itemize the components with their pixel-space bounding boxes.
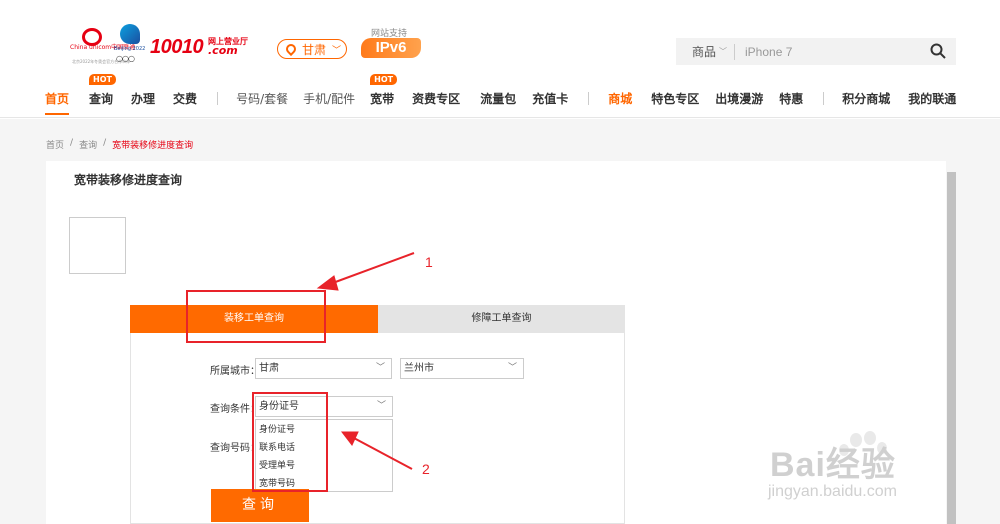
annotation-number-2: 2 xyxy=(422,461,430,477)
china-unicom-logo[interactable]: China unicom中国联通 xyxy=(70,28,135,72)
logo-subtitle: 北京2022年冬奥会官方合作伙伴 xyxy=(72,59,131,64)
logo-10010[interactable]: 10010 xyxy=(150,36,204,59)
nav-item-data-packs[interactable]: 流量包 xyxy=(480,90,516,107)
nav-item-broadband[interactable]: HOT 宽带 xyxy=(370,73,398,107)
search-category-select[interactable]: 商品 ﹀ xyxy=(676,43,734,60)
nav-separator xyxy=(217,91,219,105)
nav-item-roaming[interactable]: 出境漫游 xyxy=(715,90,763,107)
breadcrumb: 首页 / 查询 / 宽带装移修进度查询 xyxy=(46,138,193,151)
chevron-down-icon: ﹀ xyxy=(332,45,342,56)
watermark-text: Bai经验 xyxy=(770,446,896,484)
query-button[interactable]: 查询 xyxy=(211,489,309,522)
nav-separator xyxy=(823,91,825,105)
hot-badge: HOT xyxy=(89,73,116,85)
city-select-value: 兰州市 xyxy=(404,363,434,374)
nav-separator xyxy=(588,91,590,105)
city-selector[interactable]: 甘肃 ﹀ xyxy=(277,39,347,59)
nav-item-phones[interactable]: 手机/配件 xyxy=(303,90,355,107)
main-nav: 首页 HOT 查询 办理 交费 号码/套餐 手机/配件 HOT 宽带 资费专区 … xyxy=(45,73,956,115)
nav-item-recharge-cards[interactable]: 充值卡 xyxy=(532,90,568,107)
chevron-down-icon: ﹀ xyxy=(375,363,385,373)
logo-com: 网上营业厅 .com xyxy=(208,37,248,57)
breadcrumb-separator: / xyxy=(70,138,74,148)
location-pin-icon xyxy=(283,41,299,57)
province-select-value: 甘肃 xyxy=(259,363,279,374)
nav-item-featured[interactable]: 特色专区 xyxy=(651,90,699,107)
chevron-down-icon: ﹀ xyxy=(376,401,386,411)
scrollbar[interactable] xyxy=(947,172,956,524)
nav-item-payment[interactable]: 交费 xyxy=(173,90,197,107)
hot-badge: HOT xyxy=(370,73,398,85)
search-input[interactable] xyxy=(745,44,925,59)
province-select[interactable]: 甘肃 ﹀ xyxy=(255,358,392,379)
chevron-down-icon: ﹀ xyxy=(507,363,517,373)
breadcrumb-separator: / xyxy=(103,138,107,148)
nav-item-broadband-label: 宽带 xyxy=(370,91,395,106)
nav-item-deals[interactable]: 特惠 xyxy=(779,90,803,107)
annotation-box-1 xyxy=(186,290,326,343)
beijing-logo-text: Beijing 2022 xyxy=(114,46,146,52)
breadcrumb-home[interactable]: 首页 xyxy=(46,138,64,151)
search-icon[interactable] xyxy=(930,43,946,59)
search-divider xyxy=(734,43,735,60)
ipv6-badge: IPv6 xyxy=(361,38,421,58)
nav-item-handle[interactable]: 办理 xyxy=(131,90,155,107)
nav-item-query[interactable]: HOT 查询 xyxy=(89,73,116,107)
search-category-label: 商品 xyxy=(692,45,717,59)
watermark-url: jingyan.baidu.com xyxy=(768,483,897,500)
city-label: 所属城市： xyxy=(210,366,260,377)
logo-com-bottom: .com xyxy=(208,44,238,57)
nav-item-my-unicom[interactable]: 我的联通 xyxy=(908,90,956,107)
page-title: 宽带装移修进度查询 xyxy=(74,173,183,187)
tab-repair-orders[interactable]: 修障工单查询 xyxy=(378,305,625,333)
nav-item-numbers[interactable]: 号码/套餐 xyxy=(236,90,288,107)
nav-item-points-mall[interactable]: 积分商城 xyxy=(842,90,890,107)
breadcrumb-query[interactable]: 查询 xyxy=(79,138,97,151)
search-bar: 商品 ﹀ xyxy=(676,38,956,65)
nav-item-home[interactable]: 首页 xyxy=(45,90,70,115)
city-select[interactable]: 兰州市 ﹀ xyxy=(400,358,524,379)
nav-item-tariffs[interactable]: 资费专区 xyxy=(412,90,460,107)
annotation-number-1: 1 xyxy=(425,254,433,270)
beijing-emblem-icon xyxy=(120,24,140,44)
nav-item-query-label: 查询 xyxy=(89,91,114,106)
image-placeholder xyxy=(69,217,126,274)
nav-item-mall[interactable]: 商城 xyxy=(608,90,632,107)
breadcrumb-current: 宽带装移修进度查询 xyxy=(112,141,194,151)
chevron-down-icon: ﹀ xyxy=(719,47,728,56)
annotation-box-2 xyxy=(252,392,328,492)
site-header: China unicom中国联通 Beijing 2022 ○○○ 北京2022… xyxy=(0,0,1000,118)
city-selector-label: 甘肃 xyxy=(302,42,327,57)
